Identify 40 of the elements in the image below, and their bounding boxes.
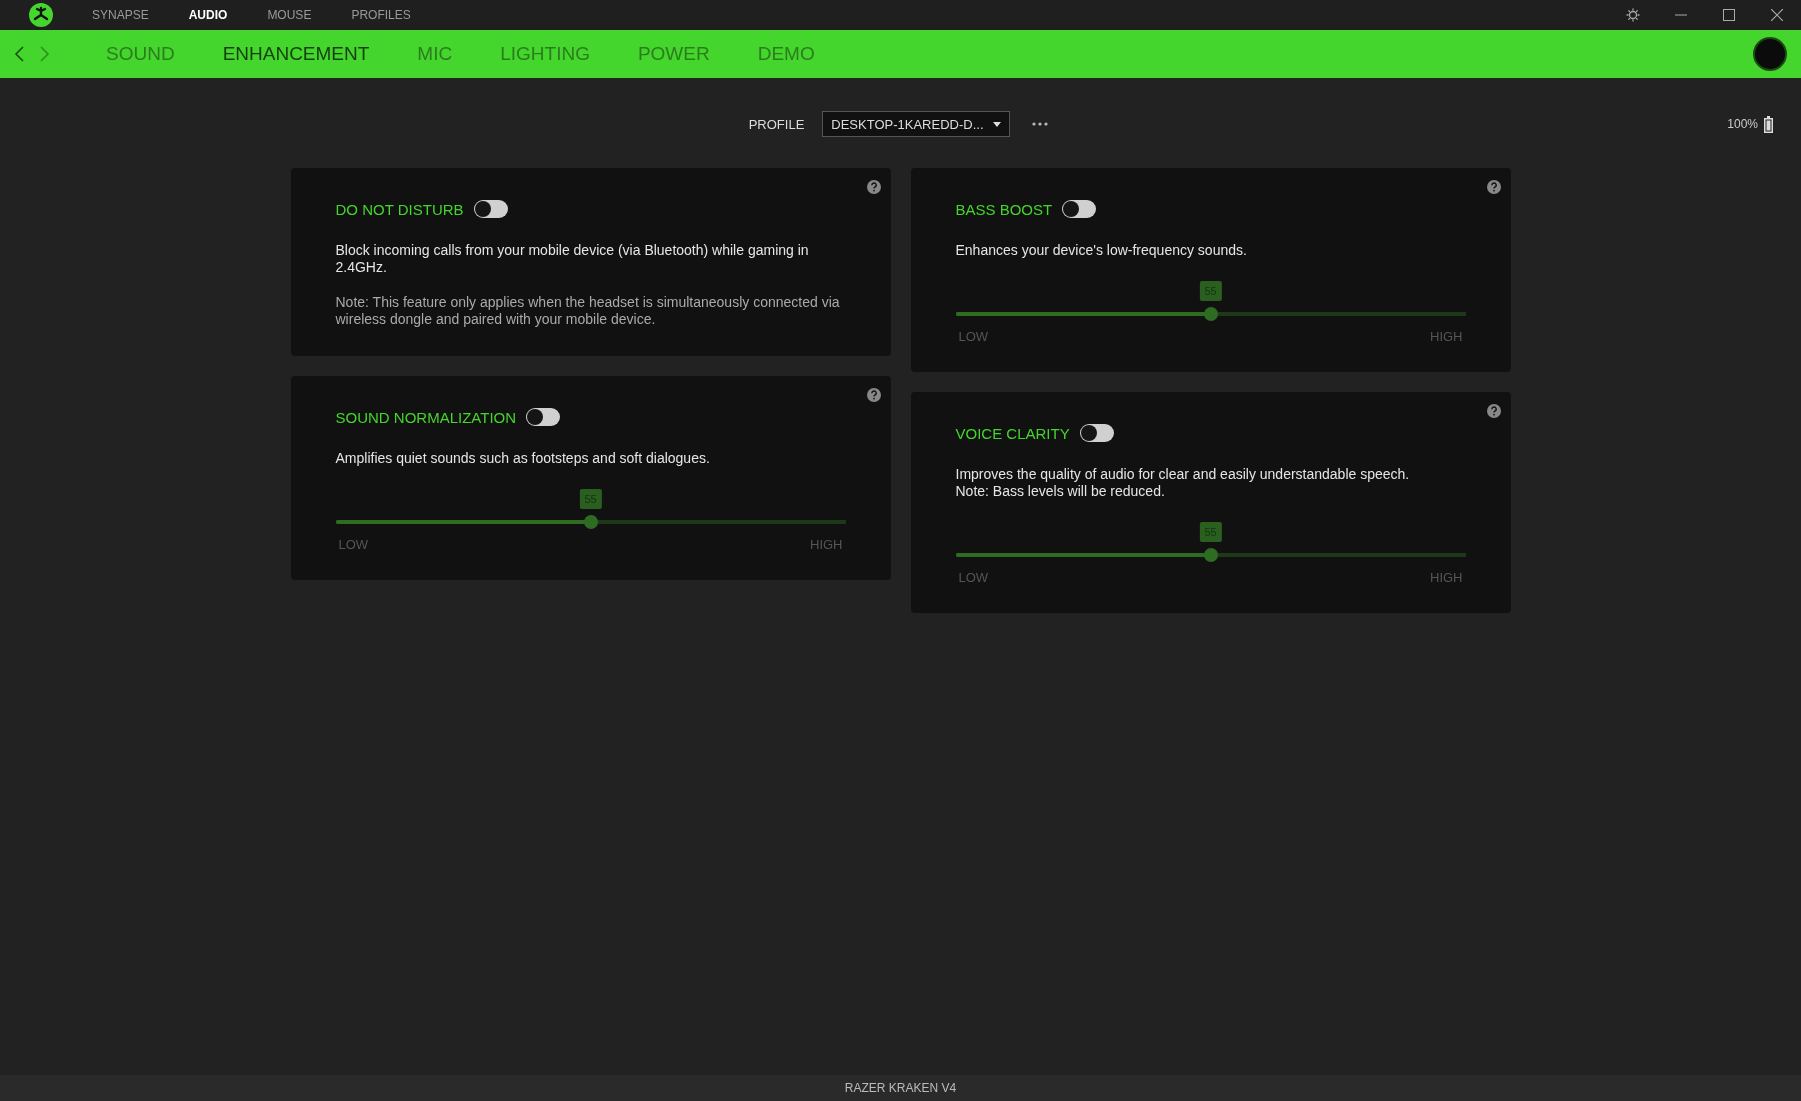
help-icon[interactable] (1486, 404, 1501, 418)
slider-max-label: HIGH (1430, 570, 1463, 585)
profile-label: PROFILE (748, 116, 805, 132)
feature-description: Enhances your device's low-frequency sounds. (955, 242, 1248, 259)
avatar[interactable] (1753, 37, 1787, 71)
help-icon[interactable] (1486, 180, 1501, 194)
profile-dropdown[interactable]: DESKTOP-1KAREDD-D... (822, 111, 1011, 137)
slider-max-label: HIGH (810, 537, 843, 552)
feature-description: Block incoming calls from your mobile device (via Bluetooth) while gaming in 2.4GHz. (335, 242, 810, 276)
slider-min-label: LOW (338, 537, 369, 552)
section-tab[interactable]: ENHANCEMENT (222, 43, 370, 65)
feature-description: Improves the quality of audio for clear and easily understandable speech. Note: Bass levels will be reduced. (955, 466, 1411, 500)
slider-thumb[interactable] (583, 515, 598, 529)
back-icon[interactable] (14, 46, 24, 62)
toggle-switch[interactable] (1062, 200, 1097, 218)
logo-icon[interactable] (28, 2, 54, 28)
battery-icon (1764, 115, 1773, 133)
battery-level: 100% (1727, 117, 1758, 131)
feature-title: SOUND NORMALIZATION (335, 408, 517, 426)
feature-description: Amplifies quiet sounds such as footsteps and soft dialogues. (335, 450, 711, 467)
feature-note: Note: This feature only applies when the headset is simultaneously connected via wireless dongle and paired with your mobile device. (335, 294, 841, 328)
help-icon[interactable] (866, 388, 881, 402)
toggle-switch[interactable] (526, 408, 561, 426)
toggle-switch[interactable] (1079, 424, 1114, 442)
feature-title: VOICE CLARITY (955, 424, 1070, 442)
slider-min-label: LOW (958, 329, 989, 344)
help-icon[interactable] (866, 180, 881, 194)
slider-thumb[interactable] (1203, 548, 1218, 562)
nav-tab[interactable]: MOUSE (267, 8, 312, 22)
feature-title: DO NOT DISTURB (335, 200, 464, 218)
caret-icon (993, 121, 1002, 127)
nav-tab[interactable]: PROFILES (351, 8, 411, 22)
slider-max-label: HIGH (1430, 329, 1463, 344)
device-name: RAZER KRAKEN V4 (844, 1081, 957, 1095)
nav-tab[interactable]: AUDIO (188, 8, 228, 22)
slider-thumb[interactable] (1203, 307, 1218, 321)
feature-title: BASS BOOST (955, 200, 1053, 218)
nav-tab[interactable]: SYNAPSE (92, 8, 149, 22)
toggle-switch[interactable] (473, 200, 508, 218)
slider-min-label: LOW (958, 570, 989, 585)
